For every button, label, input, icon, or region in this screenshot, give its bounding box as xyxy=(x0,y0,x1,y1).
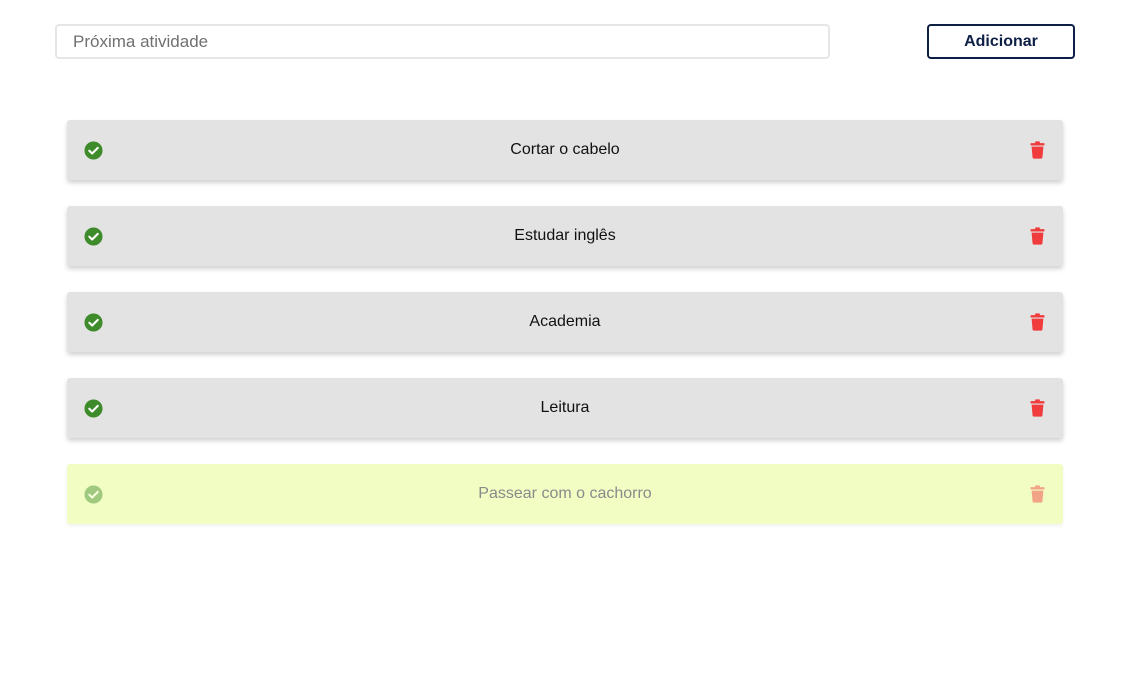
new-task-input[interactable] xyxy=(55,24,830,59)
new-task-bar: Adicionar xyxy=(55,24,1075,59)
task-item: Estudar inglês xyxy=(67,206,1063,266)
trash-icon[interactable] xyxy=(1030,141,1045,159)
trash-icon[interactable] xyxy=(1030,399,1045,417)
task-item: Cortar o cabelo xyxy=(67,120,1063,180)
task-item-completed: Passear com o cachorro xyxy=(67,464,1063,524)
check-circle-icon[interactable] xyxy=(84,141,103,160)
task-label: Estudar inglês xyxy=(514,227,616,244)
check-circle-icon[interactable] xyxy=(84,485,103,504)
task-label: Passear com o cachorro xyxy=(478,485,652,502)
task-label: Cortar o cabelo xyxy=(510,141,620,158)
trash-icon[interactable] xyxy=(1030,485,1045,503)
task-list: Cortar o cabelo Estudar inglês Academia … xyxy=(67,120,1063,550)
trash-icon[interactable] xyxy=(1030,313,1045,331)
task-label: Leitura xyxy=(540,399,590,416)
task-item: Leitura xyxy=(67,378,1063,438)
check-circle-icon[interactable] xyxy=(84,399,103,418)
add-task-button[interactable]: Adicionar xyxy=(927,24,1075,59)
trash-icon[interactable] xyxy=(1030,227,1045,245)
check-circle-icon[interactable] xyxy=(84,313,103,332)
check-circle-icon[interactable] xyxy=(84,227,103,246)
task-label: Academia xyxy=(529,313,601,330)
task-item: Academia xyxy=(67,292,1063,352)
